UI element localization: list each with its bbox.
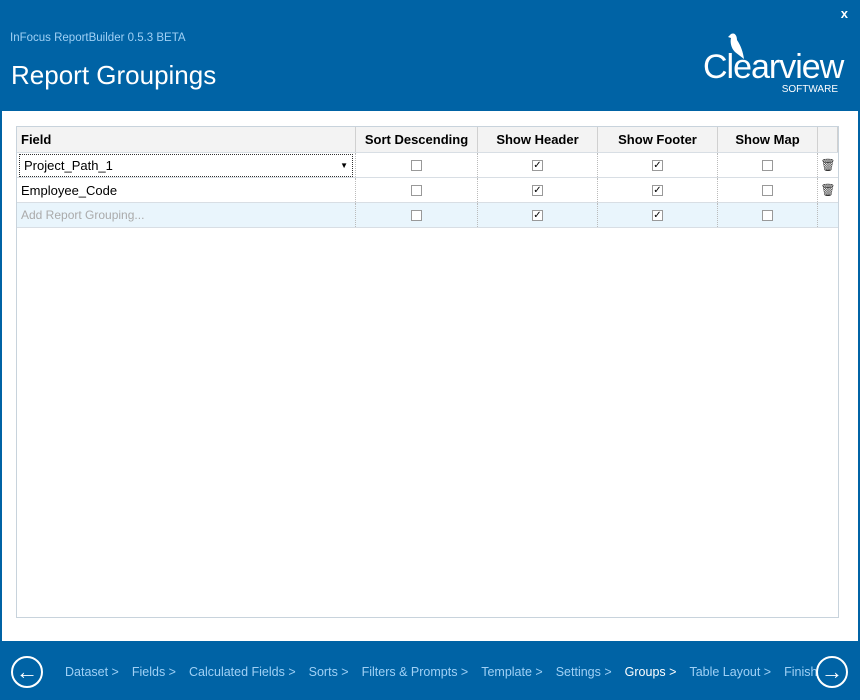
content-area: Field Sort Descending Show Header Show F… <box>2 111 858 641</box>
table-row: Project_Path_1 ▼ ✓ ✓ 🗑 <box>17 153 838 178</box>
show_map-cell <box>718 203 818 227</box>
header-show-footer[interactable]: Show Footer <box>598 127 718 152</box>
wizard-step[interactable]: Calculated Fields > <box>189 665 296 679</box>
wizard-step[interactable]: Finish <box>784 665 817 679</box>
header-show-header[interactable]: Show Header <box>478 127 598 152</box>
show-footer-checkbox[interactable]: ✓ <box>652 184 663 196</box>
show-map-checkbox[interactable] <box>762 184 773 196</box>
clearview-logo: Clearview SOFTWARE <box>703 30 844 96</box>
show_map-cell <box>718 153 818 177</box>
show_footer-cell: ✓ <box>598 203 718 227</box>
show_map-cell <box>718 178 818 202</box>
wizard-step[interactable]: Sorts > <box>309 665 349 679</box>
back-arrow-icon[interactable]: ← <box>11 656 43 688</box>
sort-descending-checkbox[interactable] <box>411 209 422 221</box>
sort_descending-cell <box>356 153 478 177</box>
show-map-checkbox[interactable] <box>762 209 773 221</box>
sort_descending-cell <box>356 203 478 227</box>
sort_descending-cell <box>356 178 478 202</box>
show-header-checkbox[interactable]: ✓ <box>532 184 543 196</box>
show_header-cell: ✓ <box>478 178 598 202</box>
sort-descending-checkbox[interactable] <box>411 159 422 171</box>
field-value: Project_Path_1 <box>24 157 113 173</box>
header-show-map[interactable]: Show Map <box>718 127 818 152</box>
wizard-step[interactable]: Table Layout > <box>689 665 771 679</box>
wizard-step[interactable]: Groups > <box>625 665 677 679</box>
header-sort-descending[interactable]: Sort Descending <box>356 127 478 152</box>
wizard-step[interactable]: Fields > <box>132 665 176 679</box>
page-title: Report Groupings <box>11 60 217 90</box>
delete-cell: 🗑 <box>818 178 838 202</box>
delete-cell <box>818 203 838 227</box>
logo-word: Clearview <box>703 48 844 86</box>
chevron-down-icon: ▼ <box>340 160 348 170</box>
show-footer-checkbox[interactable]: ✓ <box>652 159 663 171</box>
show-header-checkbox[interactable]: ✓ <box>532 209 543 221</box>
field-cell[interactable]: Project_Path_1 ▼ <box>17 153 356 177</box>
trash-icon[interactable]: 🗑 <box>820 158 835 172</box>
show-footer-checkbox[interactable]: ✓ <box>652 209 663 221</box>
header-actions <box>818 127 838 152</box>
add-field-cell[interactable]: Add Report Grouping... <box>17 203 356 227</box>
show_footer-cell: ✓ <box>598 153 718 177</box>
wizard-step[interactable]: Settings > <box>556 665 612 679</box>
add-row[interactable]: Add Report Grouping... ✓ ✓ <box>17 203 838 228</box>
show_header-cell: ✓ <box>478 203 598 227</box>
wizard-step[interactable]: Dataset > <box>65 665 119 679</box>
field-value[interactable]: Employee_Code <box>21 183 117 198</box>
app-title: InFocus ReportBuilder 0.5.3 BETA <box>10 32 186 44</box>
delete-cell: 🗑 <box>818 153 838 177</box>
field-dropdown[interactable]: Project_Path_1 ▼ <box>19 153 353 177</box>
logo-sub: SOFTWARE <box>781 84 838 95</box>
close-button[interactable]: x <box>841 6 848 21</box>
wizard-step[interactable]: Filters & Prompts > <box>362 665 469 679</box>
show-map-checkbox[interactable] <box>762 159 773 171</box>
grid-header: Field Sort Descending Show Header Show F… <box>17 127 838 153</box>
wizard-steps: Dataset > Fields > Calculated Fields > Sort… <box>65 665 817 679</box>
header-field[interactable]: Field <box>17 127 356 152</box>
groupings-grid: Field Sort Descending Show Header Show F… <box>16 126 839 618</box>
sort-descending-checkbox[interactable] <box>411 184 422 196</box>
field-cell[interactable]: Employee_Code <box>17 178 356 202</box>
show_header-cell: ✓ <box>478 153 598 177</box>
show_footer-cell: ✓ <box>598 178 718 202</box>
wizard-footer: ← Dataset > Fields > Calculated Fields > So… <box>0 641 860 700</box>
show-header-checkbox[interactable]: ✓ <box>532 159 543 171</box>
add-grouping-placeholder: Add Report Grouping... <box>21 208 145 222</box>
trash-icon[interactable]: 🗑 <box>820 183 835 197</box>
table-row: Employee_Code ✓ ✓ 🗑 <box>17 178 838 203</box>
next-arrow-icon[interactable]: → <box>816 656 848 688</box>
wizard-step[interactable]: Template > <box>481 665 543 679</box>
